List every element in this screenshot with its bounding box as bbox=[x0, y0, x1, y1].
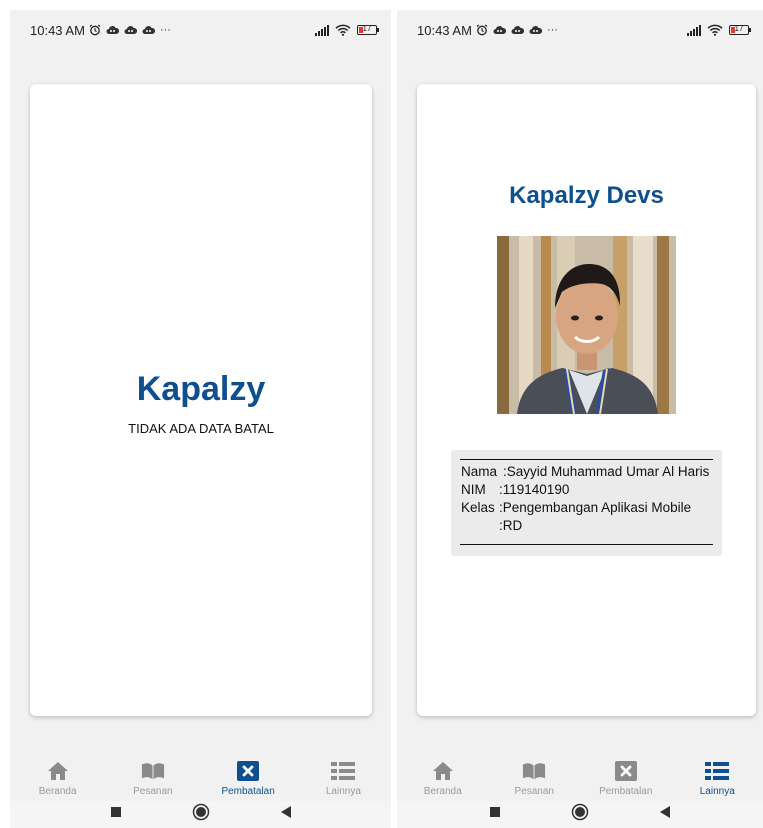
nav-label: Pembatalan bbox=[221, 786, 275, 797]
developer-info-box: Nama: Sayyid Muhammad Umar Al Haris NIM:… bbox=[451, 450, 722, 556]
more-indicator: ··· bbox=[159, 23, 171, 36]
divider-line bbox=[460, 544, 713, 545]
content-card: Kapalzy TIDAK ADA DATA BATAL bbox=[30, 84, 372, 716]
home-icon bbox=[431, 760, 455, 782]
nav-item-pembatalan[interactable]: Pembatalan bbox=[590, 754, 662, 801]
nav-label: Lainnya bbox=[699, 786, 735, 797]
developer-page-title: Kapalzy Devs bbox=[509, 182, 664, 209]
info-key: Nama bbox=[461, 464, 498, 479]
nav-item-lainnya[interactable]: Lainnya bbox=[681, 754, 753, 801]
status-bar: 10:43 AM ··· 17 bbox=[10, 10, 391, 50]
info-key: Kelas bbox=[461, 500, 495, 515]
info-row-nama: Nama: Sayyid Muhammad Umar Al Haris bbox=[461, 464, 710, 479]
nav-item-pesanan[interactable]: Pesanan bbox=[117, 754, 189, 801]
cancel-box-icon bbox=[614, 760, 638, 782]
nav-item-beranda[interactable]: Beranda bbox=[22, 754, 94, 801]
home-button[interactable] bbox=[192, 803, 210, 821]
nav-label: Pesanan bbox=[514, 786, 554, 797]
cloud-app-icon bbox=[124, 26, 137, 34]
phone-screen-pembatalan: 10:43 AM ··· 17 Kapalzy TIDAK ADA DATA B… bbox=[10, 10, 391, 828]
info-key: NIM bbox=[461, 482, 486, 497]
info-row-kelas-cont: : RD bbox=[499, 518, 523, 533]
info-row-kelas: Kelas: Pengembangan Aplikasi Mobile bbox=[461, 500, 692, 515]
bottom-navigation: Beranda Pesanan Pembatalan Lainnya bbox=[10, 754, 391, 801]
battery-level: 17 bbox=[362, 24, 372, 33]
cloud-app-icon bbox=[529, 26, 542, 34]
divider-line bbox=[460, 459, 713, 460]
nav-label: Pesanan bbox=[133, 786, 173, 797]
battery-icon: 17 bbox=[729, 24, 751, 35]
info-value: RD bbox=[502, 518, 523, 533]
signal-icon bbox=[687, 24, 701, 36]
more-indicator: ··· bbox=[546, 23, 558, 36]
status-bar: 10:43 AM ··· 17 bbox=[397, 10, 763, 50]
back-button[interactable] bbox=[659, 805, 671, 819]
cloud-app-icon bbox=[493, 26, 506, 34]
recents-button[interactable] bbox=[489, 806, 501, 818]
home-icon bbox=[46, 760, 70, 782]
wifi-icon bbox=[707, 24, 723, 36]
nav-item-beranda[interactable]: Beranda bbox=[407, 754, 479, 801]
battery-icon: 17 bbox=[357, 24, 379, 35]
cloud-app-icon bbox=[142, 26, 155, 34]
brand-title: Kapalzy bbox=[136, 370, 266, 408]
home-button[interactable] bbox=[571, 803, 589, 821]
nav-label: Pembatalan bbox=[599, 786, 653, 797]
info-value: 119140190 bbox=[502, 482, 570, 497]
nav-label: Lainnya bbox=[325, 786, 361, 797]
battery-level: 17 bbox=[734, 24, 744, 33]
nav-label: Beranda bbox=[38, 786, 77, 797]
info-value: Pengembangan Aplikasi Mobile bbox=[502, 500, 692, 515]
recents-button[interactable] bbox=[110, 806, 122, 818]
alarm-icon bbox=[476, 24, 488, 36]
wifi-icon bbox=[335, 24, 351, 36]
info-row-nim: NIM: 119140190 bbox=[461, 482, 570, 497]
bottom-navigation: Beranda Pesanan Pembatalan Lainnya bbox=[397, 754, 763, 801]
nav-label: Beranda bbox=[423, 786, 462, 797]
nav-item-pesanan[interactable]: Pesanan bbox=[498, 754, 570, 801]
book-icon bbox=[522, 760, 546, 782]
list-icon bbox=[331, 760, 356, 782]
developer-photo bbox=[497, 236, 676, 414]
system-navigation-bar bbox=[10, 801, 391, 828]
nav-item-lainnya[interactable]: Lainnya bbox=[307, 754, 379, 801]
list-icon bbox=[705, 760, 730, 782]
status-time: 10:43 AM bbox=[417, 22, 472, 38]
cancel-box-icon bbox=[236, 760, 260, 782]
profile-card: Kapalzy Devs Nama:Sayyid Muhammad Umar … bbox=[417, 84, 756, 716]
phone-screen-lainnya: 10:43 AM ··· 17 Kapalzy Devs Nama:Sayyi… bbox=[397, 10, 763, 828]
status-time: 10:43 AM bbox=[30, 22, 85, 38]
cloud-app-icon bbox=[511, 26, 524, 34]
empty-state-message: TIDAK ADA DATA BATAL bbox=[128, 421, 274, 436]
book-icon bbox=[141, 760, 165, 782]
signal-icon bbox=[315, 24, 329, 36]
nav-item-pembatalan[interactable]: Pembatalan bbox=[212, 754, 284, 801]
alarm-icon bbox=[89, 24, 101, 36]
back-button[interactable] bbox=[280, 805, 292, 819]
cloud-app-icon bbox=[106, 26, 119, 34]
system-navigation-bar bbox=[397, 801, 763, 828]
info-value: Sayyid Muhammad Umar Al Haris bbox=[506, 464, 710, 479]
